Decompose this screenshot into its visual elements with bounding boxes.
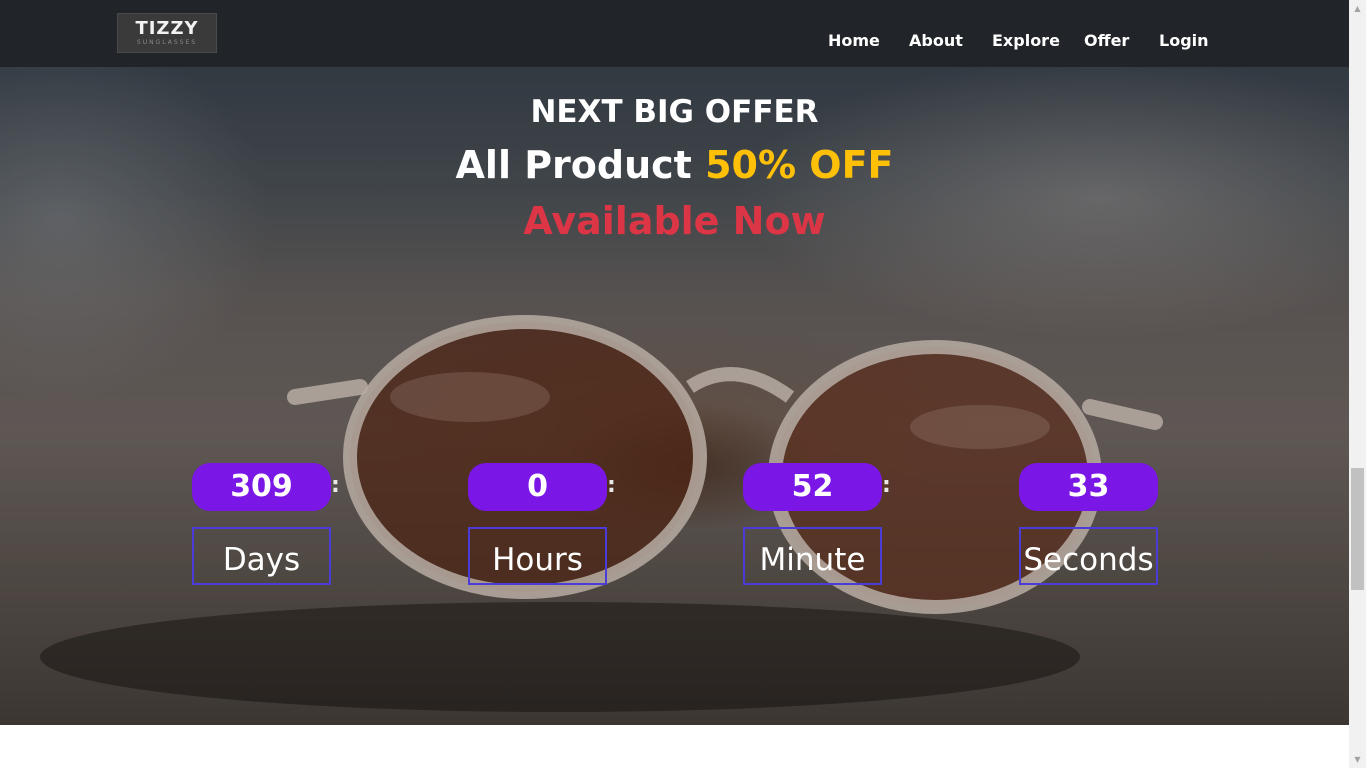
- offer-eyebrow: NEXT BIG OFFER: [530, 94, 819, 130]
- page-scrollbar[interactable]: ▲ ▼: [1349, 0, 1366, 768]
- countdown-hours-value: 0: [468, 463, 607, 511]
- countdown-seconds-label: Seconds: [1019, 527, 1158, 585]
- scrollbar-thumb[interactable]: [1351, 468, 1364, 590]
- scroll-down-arrow-icon[interactable]: ▼: [1349, 751, 1366, 768]
- nav-link-offer[interactable]: Offer: [1084, 31, 1129, 50]
- countdown-separator: :: [607, 473, 616, 498]
- hero-offer-banner: NEXT BIG OFFER All Product 50% OFF Avail…: [0, 67, 1349, 725]
- countdown-days-value: 309: [192, 463, 331, 511]
- countdown-minutes-value: 52: [743, 463, 882, 511]
- offer-discount: 50% OFF: [705, 143, 894, 187]
- scroll-up-arrow-icon[interactable]: ▲: [1349, 0, 1366, 17]
- nav-link-about[interactable]: About: [909, 31, 963, 50]
- navbar: TIZZY SUNGLASSES Home About Explore Offe…: [0, 0, 1349, 67]
- nav-link-login[interactable]: Login: [1159, 31, 1209, 50]
- countdown-minutes-label: Minute: [743, 527, 882, 585]
- countdown-separator: :: [331, 473, 340, 498]
- nav-links: Home About Explore Offer Login: [0, 31, 1349, 51]
- nav-link-home[interactable]: Home: [828, 31, 880, 50]
- offer-headline-prefix: All Product: [455, 143, 706, 187]
- offer-availability: Available Now: [523, 199, 826, 243]
- countdown-days-label: Days: [192, 527, 331, 585]
- countdown-seconds-value: 33: [1019, 463, 1158, 511]
- nav-link-explore[interactable]: Explore: [992, 31, 1060, 50]
- offer-headline: All Product 50% OFF: [0, 143, 1349, 187]
- countdown-separator: :: [882, 473, 891, 498]
- countdown-hours-label: Hours: [468, 527, 607, 585]
